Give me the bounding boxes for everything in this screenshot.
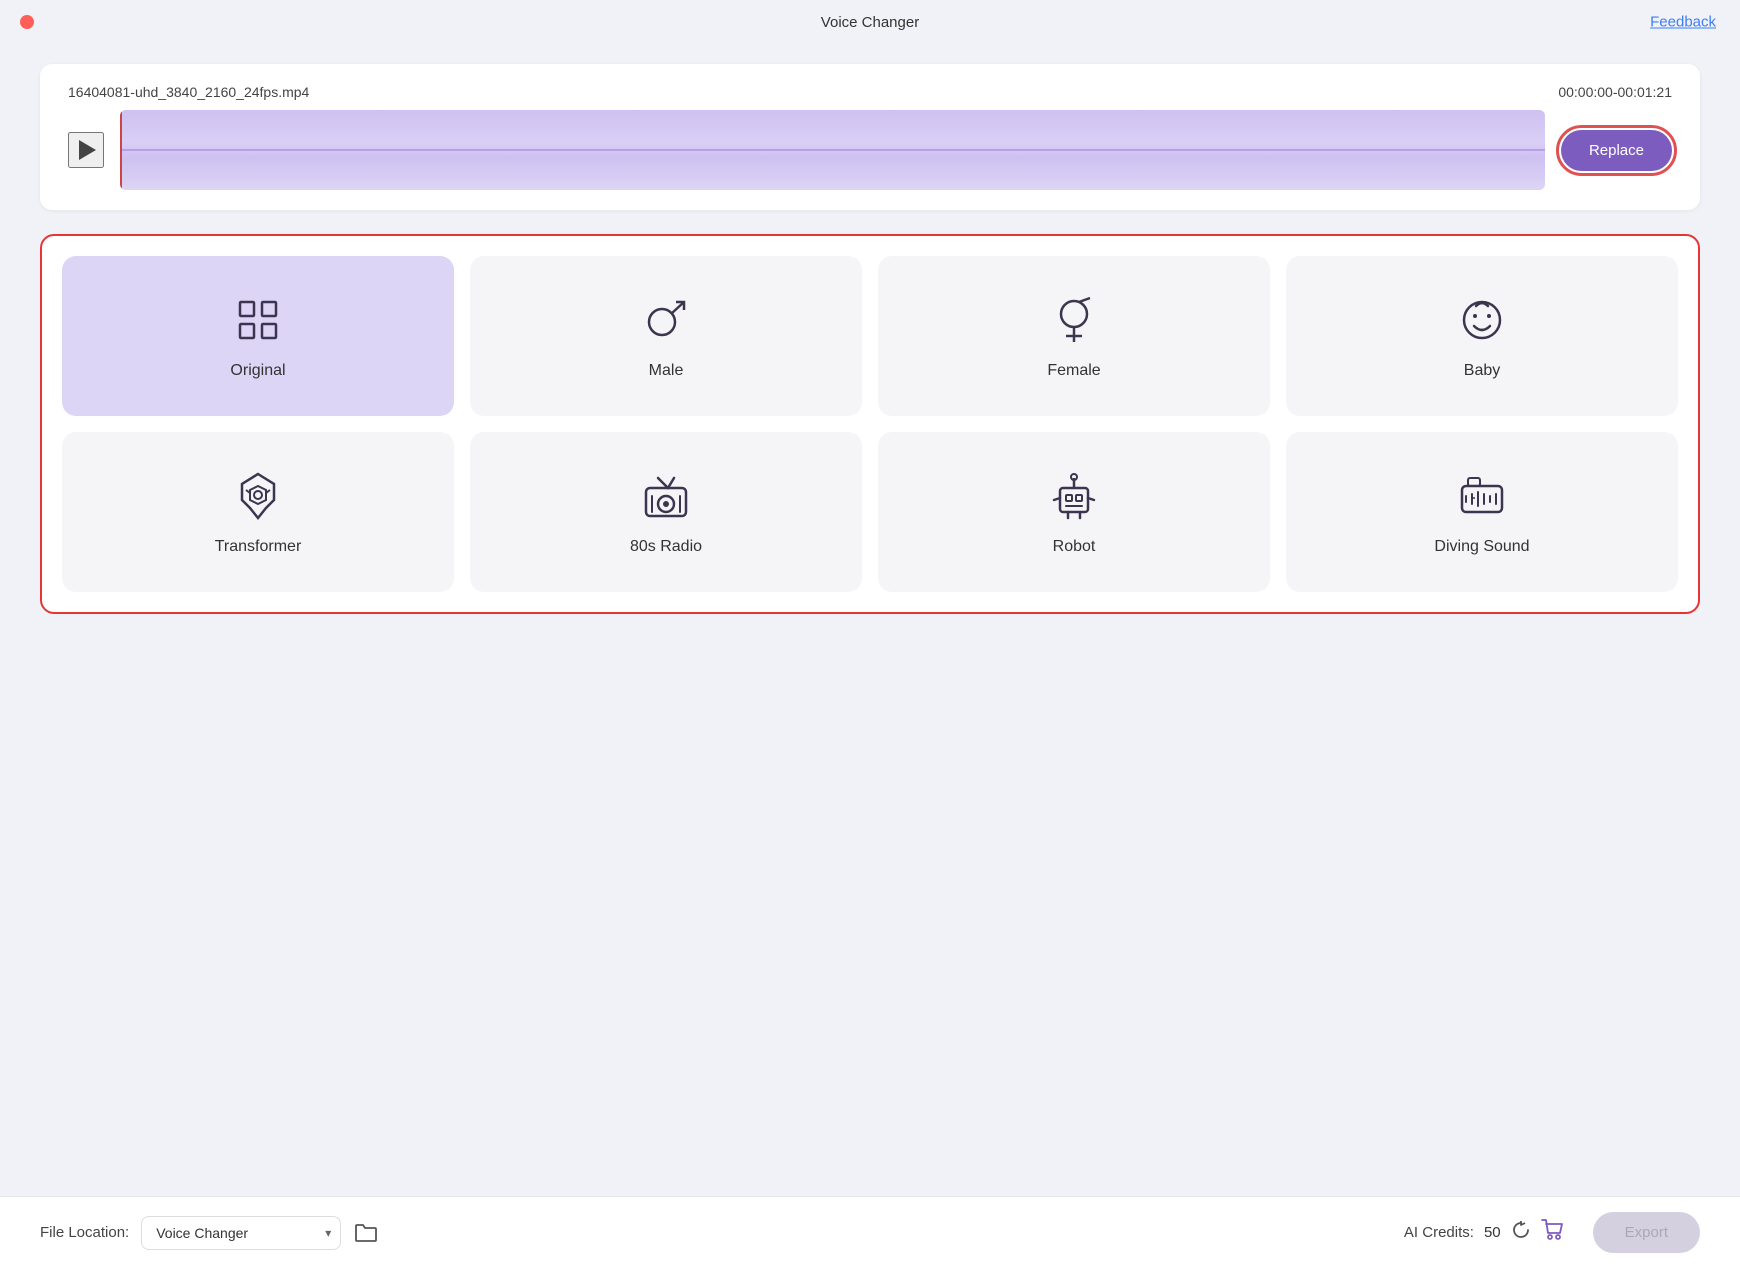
effect-card-80sradio[interactable]: 80s Radio [470, 432, 862, 592]
effect-label-baby: Baby [1464, 362, 1500, 380]
effect-label-female: Female [1047, 362, 1100, 380]
baby-icon [1454, 292, 1510, 348]
app-title: Voice Changer [821, 14, 919, 31]
radio80s-icon [638, 468, 694, 524]
close-button[interactable] [20, 15, 34, 29]
effect-card-diving-sound[interactable]: Diving Sound [1286, 432, 1678, 592]
effect-card-female[interactable]: Female [878, 256, 1270, 416]
effect-label-robot: Robot [1053, 538, 1096, 556]
replace-button[interactable]: Replace [1561, 130, 1672, 171]
file-location-select-wrapper: Voice Changer ▾ [141, 1216, 341, 1250]
transformer-icon [230, 468, 286, 524]
cart-button[interactable] [1541, 1219, 1565, 1247]
effect-card-baby[interactable]: Baby [1286, 256, 1678, 416]
ai-credits-section: AI Credits: 50 Export [1404, 1212, 1700, 1253]
effect-label-transformer: Transformer [215, 538, 302, 556]
file-location-label: File Location: [40, 1224, 129, 1241]
refresh-button[interactable] [1511, 1220, 1531, 1245]
playhead-marker [120, 110, 126, 112]
folder-button[interactable] [355, 1223, 377, 1243]
play-button[interactable] [68, 132, 104, 168]
waveform [120, 110, 1545, 190]
file-location-select[interactable]: Voice Changer [141, 1216, 341, 1250]
feedback-link[interactable]: Feedback [1650, 14, 1716, 31]
effect-label-80sradio: 80s Radio [630, 538, 702, 556]
effect-label-original: Original [230, 362, 285, 380]
cart-icon [1541, 1219, 1565, 1241]
video-player-row: Replace [68, 110, 1672, 190]
waveform-line [120, 149, 1545, 151]
female-icon [1046, 292, 1102, 348]
original-icon [230, 292, 286, 348]
video-section: 16404081-uhd_3840_2160_24fps.mp4 00:00:0… [40, 64, 1700, 210]
refresh-icon [1511, 1220, 1531, 1240]
bottom-bar: File Location: Voice Changer ▾ AI Credit… [0, 1196, 1740, 1268]
male-icon [638, 292, 694, 348]
export-button[interactable]: Export [1593, 1212, 1700, 1253]
ai-credits-count: 50 [1484, 1224, 1501, 1241]
folder-icon [355, 1223, 377, 1243]
video-duration: 00:00:00-00:01:21 [1558, 84, 1672, 100]
effect-card-transformer[interactable]: Transformer [62, 432, 454, 592]
video-filename: 16404081-uhd_3840_2160_24fps.mp4 [68, 84, 309, 100]
main-content: 16404081-uhd_3840_2160_24fps.mp4 00:00:0… [0, 44, 1740, 658]
playhead [120, 110, 122, 190]
effects-grid: Original Male Female [62, 256, 1678, 592]
play-icon [79, 140, 96, 160]
robot-icon [1046, 468, 1102, 524]
effect-card-original[interactable]: Original [62, 256, 454, 416]
effect-label-male: Male [649, 362, 684, 380]
effects-section: Original Male Female [40, 234, 1700, 614]
titlebar: Voice Changer Feedback [0, 0, 1740, 44]
effect-label-diving-sound: Diving Sound [1434, 538, 1529, 556]
diving-sound-icon [1454, 468, 1510, 524]
ai-credits-label: AI Credits: [1404, 1224, 1474, 1241]
effect-card-robot[interactable]: Robot [878, 432, 1270, 592]
video-info-row: 16404081-uhd_3840_2160_24fps.mp4 00:00:0… [68, 84, 1672, 100]
effect-card-male[interactable]: Male [470, 256, 862, 416]
